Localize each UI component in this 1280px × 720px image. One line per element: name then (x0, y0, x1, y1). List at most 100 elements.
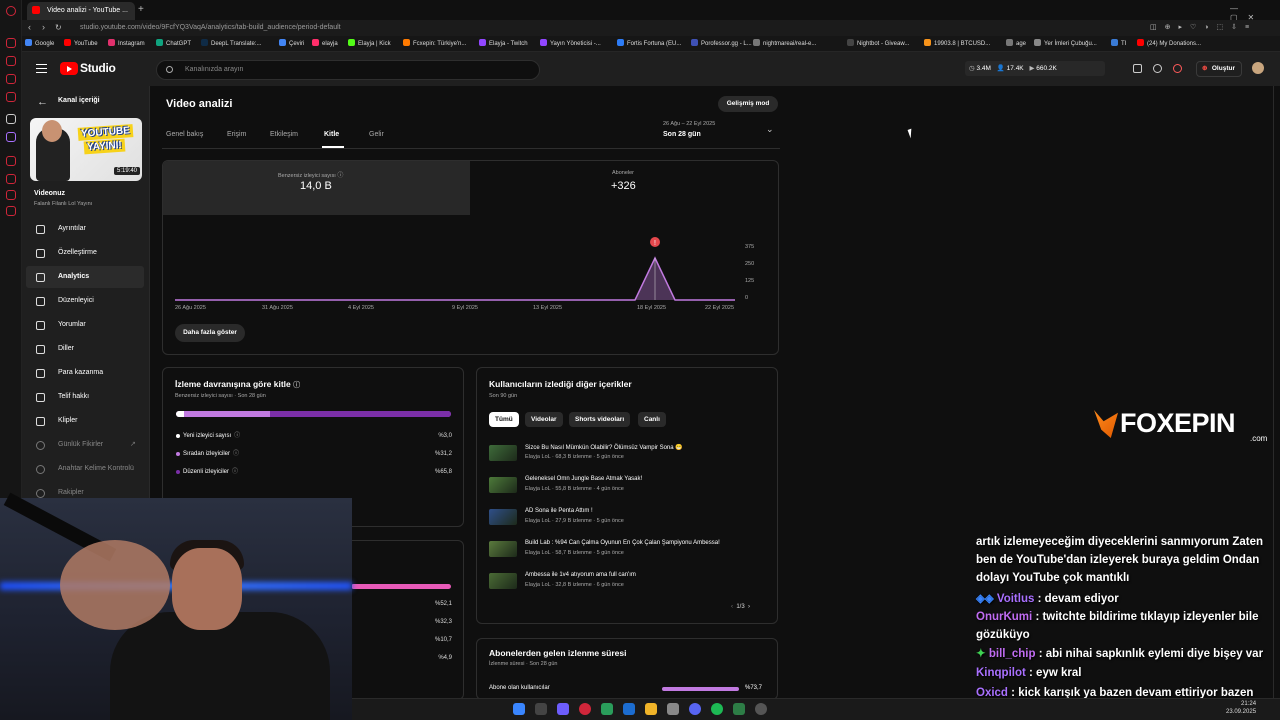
menu-icon[interactable] (36, 64, 47, 73)
chevron-down-icon[interactable]: ⌄ (766, 124, 774, 135)
video-title[interactable]: Ambessa ile 1v4 atıyorum ama full can'ım (525, 572, 636, 578)
bookmark-item[interactable]: (24) My Donations... (1137, 38, 1201, 50)
tab-2[interactable]: Etkileşim (270, 131, 298, 138)
channel-stats-widget[interactable]: ◷ 3.4M 👤 17.4K ▶ 660.2K (965, 61, 1105, 76)
list-item[interactable]: AD Sona ile Penta Attım ! Elayja LoL · 27… (489, 507, 769, 529)
spotify-icon[interactable] (711, 703, 723, 715)
pagination[interactable]: ‹ 1/3 › (731, 604, 750, 610)
bookmark-item[interactable]: Fortis Fortuna (EU... (617, 38, 681, 50)
reload-icon[interactable]: ↻ (55, 22, 62, 33)
info-icon[interactable]: ⓘ (232, 469, 238, 475)
tab-video-analytics[interactable]: Video analizi - YouTube ... (27, 2, 135, 20)
app-icon[interactable] (601, 703, 613, 715)
calculator-icon[interactable] (667, 703, 679, 715)
sidebar-item-copyright[interactable]: Telif hakkı (26, 386, 144, 408)
list-item[interactable]: Build Lab : %94 Can Çalma Oyunun En Çok … (489, 539, 769, 561)
sidebar-item-key[interactable]: Anahtar Kelime Kontrolü (26, 458, 144, 480)
bookmark-item[interactable]: Elayja | Kick (348, 38, 391, 50)
opera-logo-icon[interactable] (6, 6, 16, 16)
discord-icon[interactable] (689, 703, 701, 715)
bookmark-item[interactable]: Fcxepin: Türkiye'n... (403, 38, 466, 50)
task-view-icon[interactable] (535, 703, 547, 715)
sidebar-item-dollar[interactable]: Para kazanma (26, 362, 144, 384)
create-button[interactable]: ⊕ Oluştur (1196, 61, 1242, 77)
sidebar-item-rivals[interactable]: Rakipler (26, 482, 144, 504)
player-icon[interactable] (6, 156, 16, 166)
list-item[interactable]: Geleneksel Omn Jungle Base Atmak Yasak! E… (489, 475, 769, 497)
sidebar-item-editor[interactable]: Düzenleyici (26, 290, 144, 312)
video-title[interactable]: Sizce Bu Nasıl Mümkün Olabilir? Ölümsüz … (525, 444, 683, 451)
video-title[interactable]: Geleneksel Omn Jungle Base Atmak Yasak! (525, 476, 642, 482)
video-thumbnail[interactable] (489, 541, 517, 557)
notifications-icon[interactable] (1173, 64, 1182, 73)
list-item[interactable]: Ambessa ile 1v4 atıyorum ama full can'ım… (489, 571, 769, 593)
folder-icon[interactable] (645, 703, 657, 715)
bookmark-item[interactable]: nightmareai/real-e... (753, 38, 816, 50)
avatar[interactable] (1252, 62, 1264, 74)
tab-1[interactable]: Erişim (227, 131, 246, 138)
bookmark-item[interactable]: elayja (312, 38, 338, 50)
bookmark-item[interactable]: Google (25, 38, 54, 50)
tab-3[interactable]: Kitle (324, 131, 339, 138)
external-link-icon[interactable]: ↗ (130, 440, 136, 448)
history-icon[interactable] (6, 74, 16, 84)
help-icon[interactable] (1153, 64, 1162, 73)
video-thumbnail[interactable] (489, 445, 517, 461)
info-icon[interactable]: ⓘ (233, 451, 239, 457)
clock-icon[interactable] (6, 174, 16, 184)
downloads-icon[interactable] (6, 190, 16, 200)
video-thumbnail[interactable] (489, 573, 517, 589)
date-period-selector[interactable]: Son 28 gün (663, 131, 701, 138)
back-arrow-icon[interactable]: ← (37, 96, 48, 108)
youtube-logo-icon[interactable] (60, 62, 78, 75)
tiktok-icon[interactable] (6, 114, 16, 124)
show-more-button[interactable]: Daha fazla göster (175, 324, 245, 342)
twitch-icon[interactable] (6, 132, 16, 142)
bookmark-item[interactable]: TI (1111, 38, 1126, 50)
bookmark-item[interactable]: Yayın Yöneticisi -... (540, 38, 601, 50)
bookmark-item[interactable]: YouTube (64, 38, 98, 50)
filter-chip[interactable]: Tümü (489, 412, 519, 427)
bookmark-item[interactable]: ChatGPT (156, 38, 191, 50)
bookmark-item[interactable]: Porofessor.gg - L... (691, 38, 752, 50)
sidebar-item-bulb[interactable]: Günlük Fikirler (26, 434, 144, 456)
subscribers-line-chart[interactable]: ! (170, 232, 770, 316)
sidebar-item-comment[interactable]: Yorumlar (26, 314, 144, 336)
photoshop-icon[interactable] (623, 703, 635, 715)
list-item[interactable]: Sizce Bu Nasıl Mümkün Olabilir? Ölümsüz … (489, 443, 769, 465)
search-input[interactable]: Kanalınızda arayın (156, 60, 540, 80)
video-thumbnail[interactable] (489, 509, 517, 525)
tab-4[interactable]: Gelir (369, 131, 384, 138)
filter-chip[interactable]: Videolar (525, 412, 563, 427)
app-icon[interactable] (733, 703, 745, 715)
sidebar-item-clip[interactable]: Klipler (26, 410, 144, 432)
video-title[interactable]: AD Sona ile Penta Attım ! (525, 508, 593, 514)
new-tab-icon[interactable]: + (138, 4, 144, 15)
bookmark-item[interactable]: Nightbot - Giveaw... (847, 38, 909, 50)
bookmark-item[interactable]: Yer İmleri Çubuğu... (1034, 38, 1097, 50)
bookmark-item[interactable]: DeepL Translate:... (201, 38, 261, 50)
messages-icon[interactable] (1133, 64, 1142, 73)
bookmark-item[interactable]: Çeviri (279, 38, 304, 50)
app-icon[interactable] (755, 703, 767, 715)
metric-label[interactable]: Aboneler (612, 170, 634, 176)
sidebar-item-analytics[interactable]: Analytics (26, 266, 144, 288)
sidebar-item-subtitles[interactable]: Diller (26, 338, 144, 360)
sidebar-item-broadcast[interactable]: Özelleştirme (26, 242, 144, 264)
url-field[interactable]: studio.youtube.com/video/9FcfYQ3VaqA/ana… (80, 22, 341, 34)
filter-chip[interactable]: Shorts videoları (569, 412, 631, 427)
bookmark-item[interactable]: age (1006, 38, 1026, 50)
advanced-mode-button[interactable]: Gelişmiş mod (718, 96, 778, 112)
bookmark-item[interactable]: Elayja - Twitch (479, 38, 528, 50)
bookmark-item[interactable]: 19903.8 | BTCUSD... (924, 38, 990, 50)
address-bar-actions[interactable]: ◫⊕▸♡◑⬚⇩≡ (1150, 23, 1257, 31)
tab-0[interactable]: Genel bakış (166, 131, 203, 138)
opera-taskbar-icon[interactable] (579, 703, 591, 715)
video-thumbnail[interactable] (489, 477, 517, 493)
taskbar-clock[interactable]: 21:24 23.09.2025 (1226, 700, 1256, 716)
start-icon[interactable] (513, 703, 525, 715)
channel-content-link[interactable]: Kanal içeriği (58, 97, 100, 104)
filter-chip[interactable]: Canlı (638, 412, 666, 427)
settings-icon[interactable] (6, 206, 16, 216)
app-icon[interactable] (557, 703, 569, 715)
